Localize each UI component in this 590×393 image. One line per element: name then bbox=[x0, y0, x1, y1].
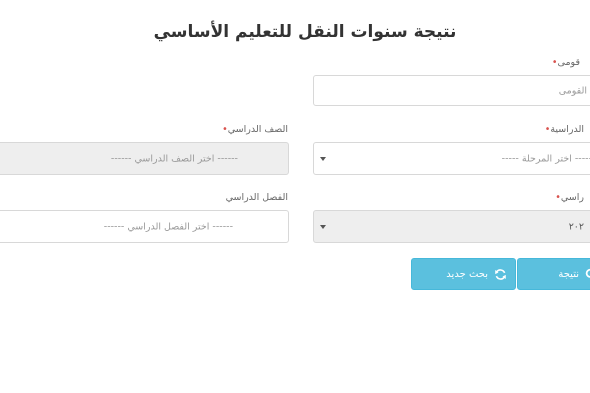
refresh-icon bbox=[495, 268, 506, 280]
search-result-label: نتيجة bbox=[558, 268, 579, 280]
stage-select[interactable]: ----- اختر المرحلة ----- bbox=[313, 142, 590, 175]
grade-select[interactable]: ------ اختر الصف الدراسي ------ bbox=[0, 142, 289, 175]
search-icon bbox=[585, 268, 590, 278]
class-label-text: الفصل الدراسي bbox=[225, 192, 288, 203]
year-label: راسي• bbox=[553, 192, 584, 203]
class-label: الفصل الدراسي bbox=[226, 192, 288, 203]
national-id-placeholder: القومى bbox=[558, 85, 587, 96]
year-select[interactable]: ٢٠٢ bbox=[313, 210, 590, 243]
search-result-button[interactable]: نتيجة bbox=[517, 258, 590, 290]
page-title: نتيجة سنوات النقل للتعليم الأساسي bbox=[153, 22, 457, 42]
stage-select-value: ----- اختر المرحلة ----- bbox=[501, 153, 590, 164]
stage-label-text: الدراسية bbox=[550, 124, 584, 135]
year-select-value: ٢٠٢ bbox=[568, 221, 584, 232]
new-search-button[interactable]: بحث جديد bbox=[411, 258, 516, 290]
year-label-text: راسي bbox=[560, 192, 584, 203]
chevron-down-icon bbox=[320, 224, 326, 229]
class-select[interactable]: ------ اختر الفصل الدراسي ------ bbox=[0, 210, 289, 243]
chevron-down-icon bbox=[320, 156, 326, 161]
new-search-label: بحث جديد bbox=[446, 268, 488, 280]
national-id-input[interactable]: القومى bbox=[313, 75, 590, 106]
national-id-label: قومى• bbox=[550, 57, 580, 68]
grade-label-text: الصف الدراسي bbox=[227, 124, 288, 135]
national-id-label-text: قومى bbox=[557, 57, 580, 68]
class-select-value: ------ اختر الفصل الدراسي ------ bbox=[103, 221, 233, 232]
grade-label: الصف الدراسي• bbox=[220, 124, 288, 135]
grade-select-value: ------ اختر الصف الدراسي ------ bbox=[110, 153, 238, 164]
stage-label: الدراسية• bbox=[543, 124, 584, 135]
